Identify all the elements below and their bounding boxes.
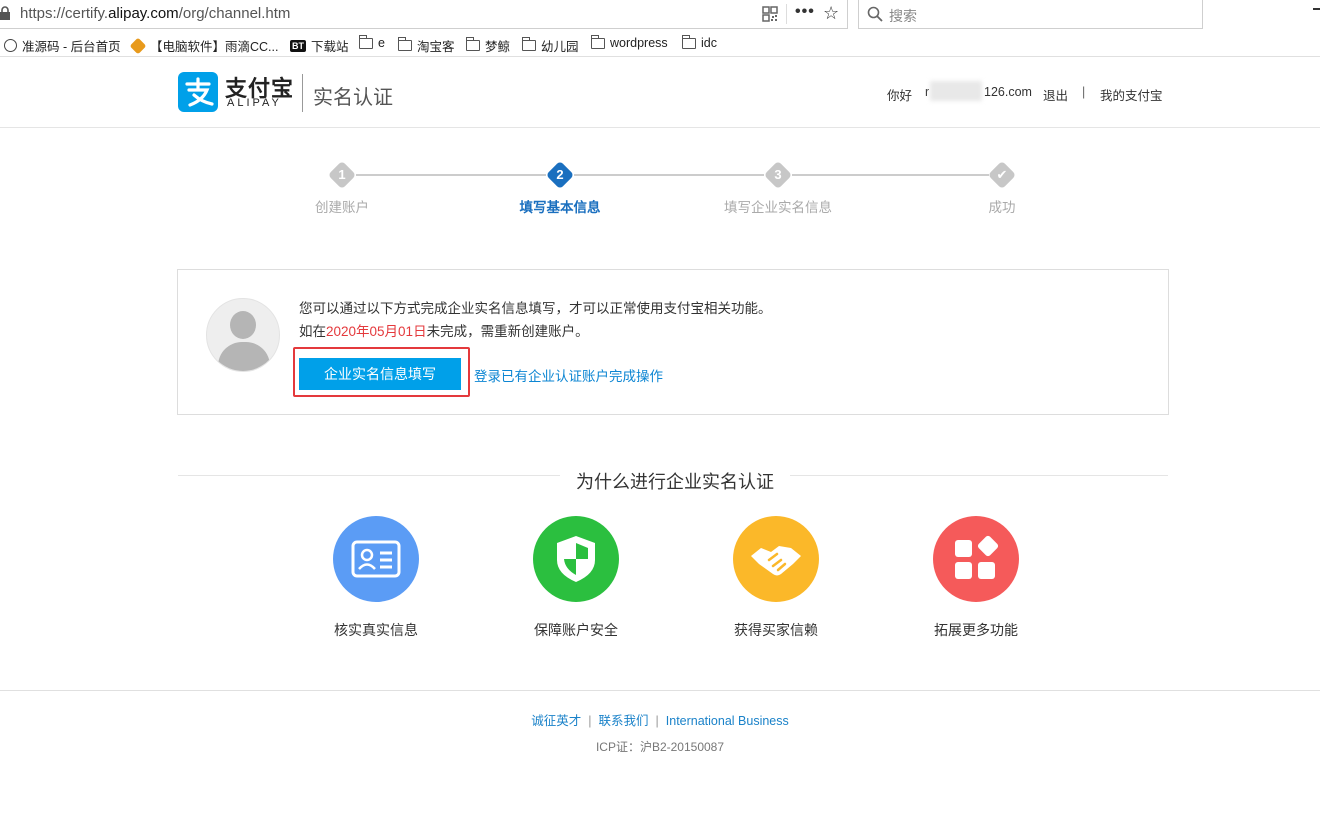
fill-enterprise-info-button[interactable]: 企业实名信息填写 <box>299 358 461 390</box>
step-2-label: 填写基本信息 <box>519 200 601 215</box>
step-connector <box>792 174 989 176</box>
more-actions-button[interactable]: ••• <box>795 3 815 21</box>
user-account-prefix: r <box>925 85 930 99</box>
why-section-title: 为什么进行企业实名认证 <box>560 468 790 494</box>
step-3-label: 填写企业实名信息 <box>724 200 832 215</box>
bookmark-label: e <box>378 36 385 50</box>
my-alipay-link[interactable]: 我的支付宝 <box>1100 85 1163 104</box>
step-1-marker: 1 <box>327 160 357 190</box>
browser-url-bar: https://certify.alipay.com/org/channel.h… <box>0 0 1320 30</box>
site-header: 支付宝 ALIPAY 实名认证 你好 r 126.com 退出 | 我的支付宝 <box>0 57 1320 128</box>
header-separator: | <box>1082 85 1086 99</box>
bookmark-item[interactable]: 准源码 - 后台首页 <box>4 36 121 55</box>
step-2-marker: 2 <box>545 160 575 190</box>
shield-icon <box>129 37 147 54</box>
step-connector <box>356 174 546 176</box>
qr-code-icon[interactable] <box>762 6 778 22</box>
bookmark-item[interactable]: 幼儿园 <box>521 36 579 55</box>
icp-license: ICP证：沪B2-20150087 <box>595 740 725 754</box>
feature-label: 保障账户安全 <box>534 622 618 638</box>
lock-icon <box>0 6 10 20</box>
feature-more-functions: 拓展更多功能 <box>916 516 1036 640</box>
step-1-label: 创建账户 <box>315 200 369 215</box>
step-3-marker: 3 <box>763 160 793 190</box>
bt-icon: BT <box>290 39 306 52</box>
bookmark-label: 淘宝客 <box>417 40 455 54</box>
folder-icon <box>681 34 696 49</box>
search-icon <box>867 6 883 22</box>
logout-link[interactable]: 退出 <box>1043 85 1068 104</box>
footer-divider <box>0 690 1320 691</box>
bookmark-item[interactable]: BT 下载站 <box>290 36 349 55</box>
divider <box>786 4 787 24</box>
bookmark-label: 幼儿园 <box>541 40 579 54</box>
id-card-icon <box>333 516 419 602</box>
browser-search-input[interactable]: 搜索 <box>858 0 1203 29</box>
footer-link-international[interactable]: International Business <box>666 714 789 728</box>
feature-account-security: 保障账户安全 <box>516 516 636 640</box>
folder-icon <box>465 37 480 51</box>
verification-card: 您可以通过以下方式完成企业实名信息填写，才可以正常使用支付宝相关功能。 如在20… <box>177 269 1169 415</box>
bookmark-label: 准源码 - 后台首页 <box>22 40 121 54</box>
logo-divider <box>302 74 303 112</box>
globe-icon <box>4 39 17 52</box>
folder-icon <box>590 34 605 49</box>
step-success-label: 成功 <box>988 200 1016 215</box>
footer-link-contact[interactable]: 联系我们 <box>599 714 649 728</box>
step-connector <box>574 174 764 176</box>
login-certified-account-link[interactable]: 登录已有企业认证账户完成操作 <box>474 365 663 385</box>
folder-icon <box>521 37 536 51</box>
bookmark-item[interactable]: e <box>358 34 385 50</box>
bookmark-item[interactable]: 淘宝客 <box>397 36 455 55</box>
handshake-icon <box>733 516 819 602</box>
window-minimize-icon[interactable] <box>1313 8 1320 10</box>
bookmark-label: idc <box>701 36 717 50</box>
progress-steps: 1 2 3 ✔ 创建账户 填写基本信息 填写企业实名信息 成功 <box>0 158 1320 218</box>
feature-label: 获得买家信赖 <box>734 622 818 638</box>
user-account-suffix: 126.com <box>984 85 1032 99</box>
bookmark-item[interactable]: 梦鲸 <box>465 36 511 55</box>
deadline-text: 如在2020年05月01日未完成，需重新创建账户。 <box>299 324 589 339</box>
bookmark-item[interactable]: idc <box>681 34 717 50</box>
bookmark-label: 梦鲸 <box>485 40 511 54</box>
bookmark-label: 【电脑软件】雨滴CC... <box>150 40 279 54</box>
address-bar[interactable]: https://certify.alipay.com/org/channel.h… <box>0 0 848 29</box>
bookmark-star-icon[interactable]: ☆ <box>823 3 839 24</box>
alipay-symbol-icon <box>185 77 214 107</box>
search-placeholder: 搜索 <box>889 8 917 24</box>
bookmark-item[interactable]: wordpress <box>590 34 668 50</box>
apps-icon <box>933 516 1019 602</box>
bookmark-item[interactable]: 【电脑软件】雨滴CC... <box>129 36 279 55</box>
url-text[interactable]: https://certify.alipay.com/org/channel.h… <box>20 5 290 22</box>
feature-verify-info: 核实真实信息 <box>316 516 436 640</box>
avatar <box>206 298 280 372</box>
bookmarks-bar: 准源码 - 后台首页 【电脑软件】雨滴CC... BT 下载站 e 淘宝客 梦鲸 … <box>0 31 1320 57</box>
shield-check-icon <box>533 516 619 602</box>
step-success-marker: ✔ <box>987 160 1017 190</box>
instruction-text: 您可以通过以下方式完成企业实名信息填写，才可以正常使用支付宝相关功能。 <box>299 301 772 316</box>
footer-links: 诚征英才 | 联系我们 | International Business <box>531 714 789 728</box>
footer-link-careers[interactable]: 诚征英才 <box>531 714 581 728</box>
bookmark-label: wordpress <box>610 36 668 50</box>
feature-label: 核实真实信息 <box>334 622 418 638</box>
logo-text-en: ALIPAY <box>227 97 282 109</box>
feature-label: 拓展更多功能 <box>934 622 1018 638</box>
folder-icon <box>397 37 412 51</box>
bookmark-label: 下载站 <box>311 40 349 54</box>
greeting-text: 你好 <box>887 89 913 103</box>
folder-icon <box>358 34 373 49</box>
page-title: 实名认证 <box>313 87 393 109</box>
feature-buyer-trust: 获得买家信赖 <box>716 516 836 640</box>
user-silhouette-icon <box>230 311 256 339</box>
alipay-logo-icon[interactable] <box>178 72 218 112</box>
check-icon: ✔ <box>996 167 1008 182</box>
masked-username <box>930 81 982 101</box>
deadline-date: 2020年05月01日 <box>326 324 427 339</box>
